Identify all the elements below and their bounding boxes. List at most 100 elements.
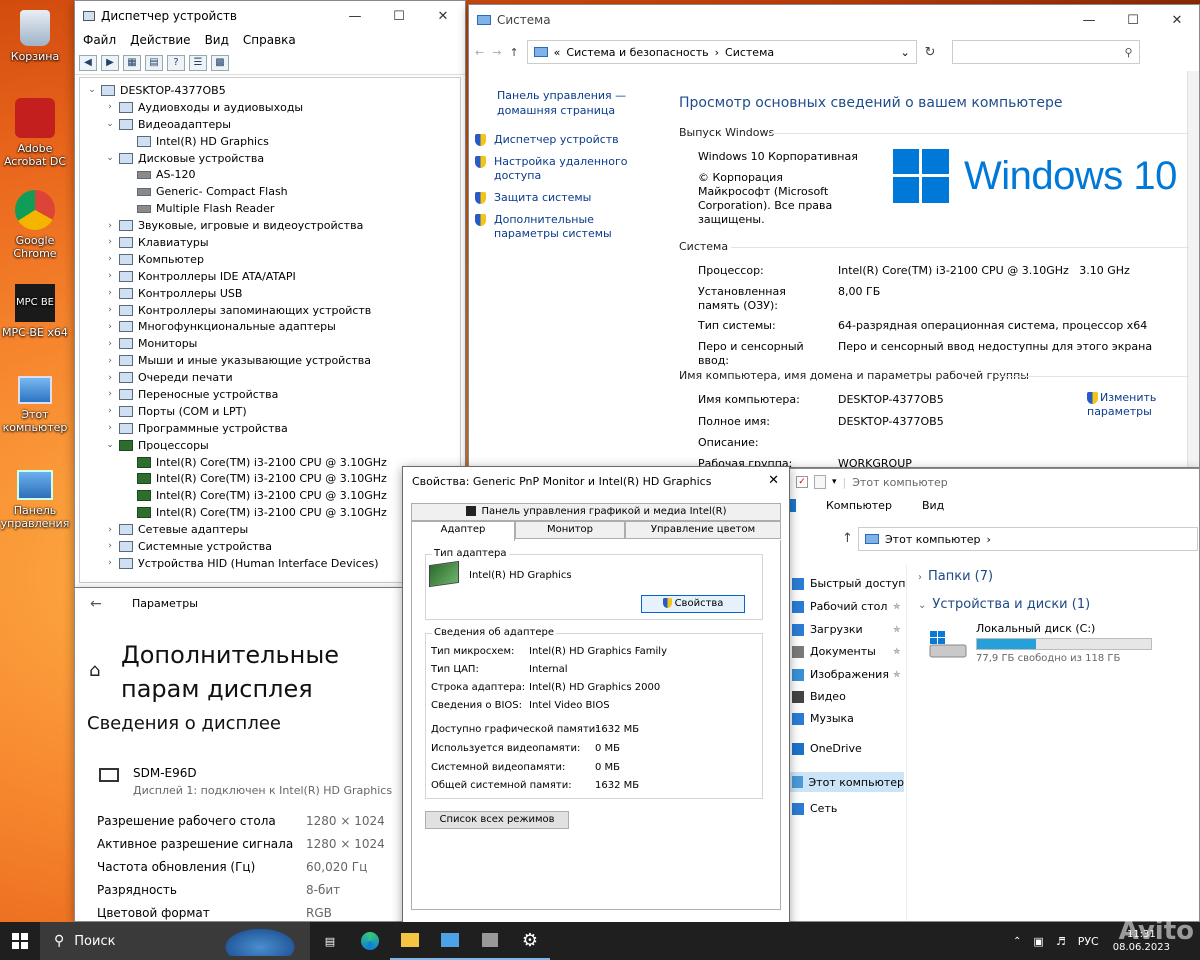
tree-item[interactable]: › Системные устройства <box>86 538 454 555</box>
adapter-properties-button[interactable]: Свойства <box>641 595 745 613</box>
nav-item-9[interactable]: Сеть <box>792 802 837 815</box>
network-icon[interactable]: ▣ <box>1033 935 1043 948</box>
maximize-button[interactable]: ☐ <box>377 1 421 31</box>
expand-chevron-icon[interactable]: ⌄ <box>104 119 116 129</box>
scrollbar[interactable] <box>1187 71 1199 467</box>
breadcrumb-security[interactable]: Система и безопасность <box>566 46 708 59</box>
expand-chevron-icon[interactable]: › <box>104 373 116 383</box>
tree-item[interactable]: AS-120 <box>86 166 454 183</box>
tab-monitor[interactable]: Монитор <box>515 521 625 539</box>
expand-chevron-icon[interactable]: › <box>104 558 116 568</box>
tree-item[interactable]: ⌄ Видеоадаптеры <box>86 116 454 133</box>
forward-arrow-icon[interactable]: ▶ <box>101 54 119 71</box>
tree-item[interactable]: Multiple Flash Reader <box>86 200 454 217</box>
tree-item[interactable]: Intel(R) HD Graphics <box>86 133 454 150</box>
dialog-close-button[interactable]: ✕ <box>768 473 779 488</box>
expand-chevron-icon[interactable]: › <box>104 541 116 551</box>
menu-action[interactable]: Действие <box>130 33 190 49</box>
start-button[interactable] <box>0 922 40 960</box>
close-button[interactable]: ✕ <box>421 1 465 31</box>
tree-item[interactable]: ⌄ DESKTOP-4377OB5 <box>86 82 454 99</box>
grid-icon[interactable]: ▦ <box>123 54 141 71</box>
expand-chevron-icon[interactable]: › <box>104 305 116 315</box>
ribbon-view[interactable]: Вид <box>922 499 944 512</box>
expand-chevron-icon[interactable]: › <box>104 356 116 366</box>
change-settings-link[interactable]: Изменить параметры <box>1087 391 1177 419</box>
home-icon[interactable]: ⌂ <box>89 660 100 681</box>
back-arrow-icon[interactable]: ◀ <box>79 54 97 71</box>
tab-color-management[interactable]: Управление цветом <box>625 521 781 539</box>
expand-chevron-icon[interactable]: › <box>104 288 116 298</box>
qat-dropdown-icon[interactable]: ▾ <box>832 477 837 487</box>
new-folder-icon[interactable] <box>814 475 826 489</box>
language-indicator[interactable]: РУС <box>1078 935 1099 948</box>
breadcrumb-system[interactable]: Система <box>725 46 774 59</box>
expand-chevron-icon[interactable]: › <box>104 339 116 349</box>
nav-item-0[interactable]: Быстрый доступ <box>792 577 906 590</box>
breadcrumb-overflow[interactable]: « <box>554 46 561 59</box>
tree-item[interactable]: › Компьютер <box>86 251 454 268</box>
file-explorer-icon[interactable] <box>390 922 430 960</box>
expand-chevron-icon[interactable]: ⌄ <box>104 153 116 163</box>
tree-item[interactable]: › Контроллеры IDE ATA/ATAPI <box>86 268 454 285</box>
help-icon[interactable]: ? <box>167 54 185 71</box>
expand-chevron-icon[interactable]: › <box>104 525 116 535</box>
drives-group[interactable]: ⌄ Устройства и диски (1) <box>918 597 1090 612</box>
desktop-icon-4[interactable]: Этот компьютер <box>0 376 70 434</box>
menu-help[interactable]: Справка <box>243 33 296 49</box>
tree-item[interactable]: › Программные устройства <box>86 420 454 437</box>
tree-item[interactable]: Intel(R) Core(TM) i3-2100 CPU @ 3.10GHz <box>86 454 454 471</box>
side-link-2[interactable]: Защита системы <box>475 191 659 205</box>
tree-item[interactable]: Intel(R) Core(TM) i3-2100 CPU @ 3.10GHz <box>86 504 454 521</box>
desktop-icon-2[interactable]: Google Chrome <box>0 190 70 260</box>
minimize-button[interactable]: — <box>333 1 377 31</box>
nav-item-6[interactable]: Музыка <box>792 712 854 725</box>
menu-view[interactable]: Вид <box>205 33 229 49</box>
menu-file[interactable]: Файл <box>83 33 116 49</box>
list-all-modes-button[interactable]: Список всех режимов <box>425 811 569 829</box>
taskbar-search[interactable]: ⚲ Поиск <box>40 922 310 960</box>
task-view-icon[interactable]: ▤ <box>310 922 350 960</box>
explorer-address-bar[interactable]: Этот компьютер › <box>858 527 1198 551</box>
tree-item[interactable]: › Мониторы <box>86 335 454 352</box>
expand-chevron-icon[interactable]: › <box>104 389 116 399</box>
nav-item-8[interactable]: Этот компьютер <box>790 772 904 792</box>
tree-item[interactable]: › Клавиатуры <box>86 234 454 251</box>
folders-group[interactable]: › Папки (7) <box>918 569 993 584</box>
tree-item[interactable]: › Звуковые, игровые и видеоустройства <box>86 217 454 234</box>
system-maximize-button[interactable]: ☐ <box>1111 5 1155 35</box>
expand-chevron-icon[interactable]: › <box>104 322 116 332</box>
refresh-icon[interactable]: ↻ <box>925 45 936 60</box>
monitor-icon[interactable]: ▩ <box>211 54 229 71</box>
pin-icon[interactable]: ✯ <box>893 647 901 657</box>
nav-back-icon[interactable]: ← <box>475 46 484 59</box>
properties-check-icon[interactable]: ✓ <box>796 476 808 488</box>
tree-item[interactable]: Intel(R) Core(TM) i3-2100 CPU @ 3.10GHz <box>86 470 454 487</box>
device-manager-titlebar[interactable]: Диспетчер устройств — ☐ ✕ <box>75 1 465 31</box>
address-this-pc[interactable]: Этот компьютер <box>885 533 981 546</box>
tree-item[interactable]: › Устройства HID (Human Interface Devices… <box>86 555 454 572</box>
nav-item-5[interactable]: Видео <box>792 690 846 703</box>
volume-icon[interactable]: ♬ <box>1056 935 1066 948</box>
pin-icon[interactable]: ✯ <box>893 625 901 635</box>
tray-overflow-icon[interactable]: ⌃ <box>1013 936 1021 947</box>
tree-item[interactable]: › Мыши и иные указывающие устройства <box>86 352 454 369</box>
local-disk-name[interactable]: Локальный диск (C:) <box>976 622 1095 635</box>
control-panel-home-link[interactable]: Панель управления — домашняя страница <box>497 88 637 118</box>
expand-chevron-icon[interactable]: › <box>104 102 116 112</box>
back-arrow-icon[interactable]: ← <box>90 596 102 612</box>
expand-chevron-icon[interactable]: › <box>104 271 116 281</box>
tree-item[interactable]: › Многофункциональные адаптеры <box>86 318 454 335</box>
expand-chevron-icon[interactable]: › <box>104 254 116 264</box>
desktop-icon-3[interactable]: MPC BE MPC-BE x64 <box>0 284 70 339</box>
nav-item-1[interactable]: Рабочий стол <box>792 600 887 613</box>
system-search-box[interactable]: ⚲ <box>951 40 1140 64</box>
tree-item[interactable]: › Контроллеры USB <box>86 285 454 302</box>
tree-item[interactable]: Intel(R) Core(TM) i3-2100 CPU @ 3.10GHz <box>86 487 454 504</box>
tree-item[interactable]: › Сетевые адаптеры <box>86 521 454 538</box>
list-icon[interactable]: ☰ <box>189 54 207 71</box>
explorer-up-icon[interactable]: ↑ <box>842 531 853 546</box>
ribbon-computer[interactable]: Компьютер <box>826 499 892 512</box>
nav-item-3[interactable]: Документы <box>792 645 876 658</box>
expand-chevron-icon[interactable]: › <box>104 423 116 433</box>
